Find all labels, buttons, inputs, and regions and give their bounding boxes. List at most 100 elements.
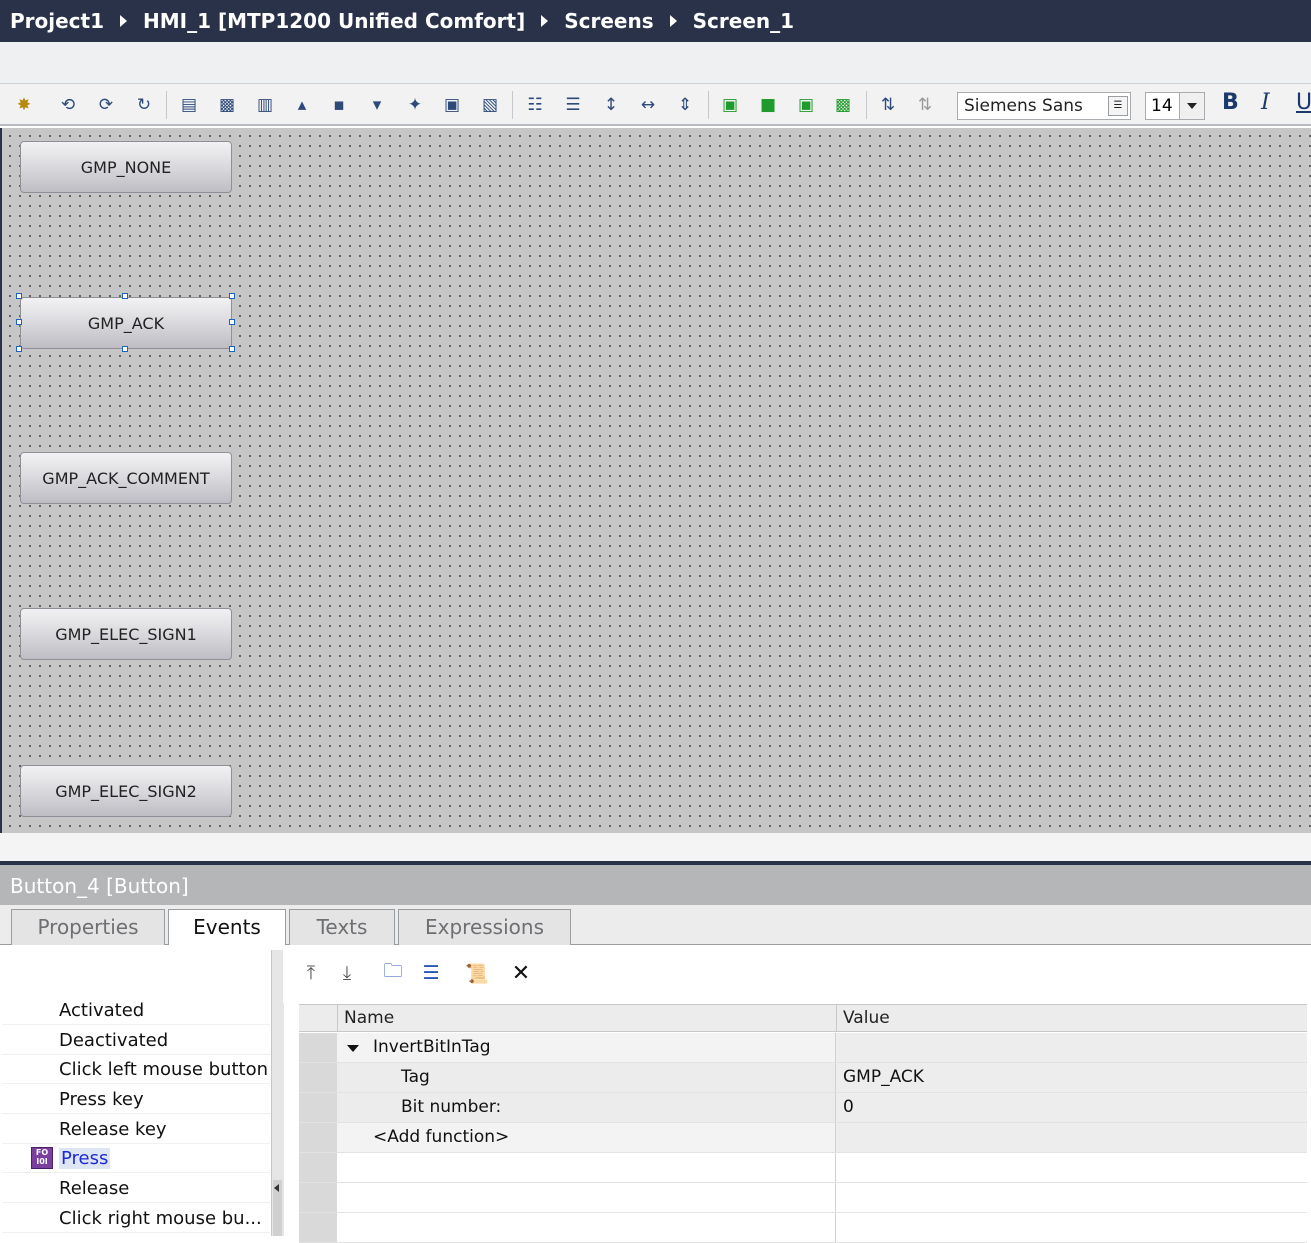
rotate-left-icon[interactable]: ⟲ xyxy=(56,93,80,117)
event-item[interactable]: Press key xyxy=(2,1085,270,1114)
font-size-select[interactable]: 14 xyxy=(1145,92,1205,120)
parameter-name-cell: Tag xyxy=(337,1063,836,1092)
bring-to-front-icon[interactable]: ▣ xyxy=(718,93,742,117)
event-item[interactable]: Release key xyxy=(2,1115,270,1144)
send-backward-icon[interactable]: ▩ xyxy=(831,93,855,117)
function-list-icon: FO I0I xyxy=(31,1147,53,1169)
tab-texts[interactable]: Texts xyxy=(289,909,395,945)
resize-handle[interactable] xyxy=(229,319,235,325)
format-painter-icon[interactable]: ✸ xyxy=(12,93,36,117)
empty-cell xyxy=(337,1183,836,1212)
parameter-value-cell[interactable]: GMP_ACK xyxy=(836,1063,1307,1092)
collapse-arrow-icon[interactable] xyxy=(274,1184,279,1192)
bring-forward-icon[interactable]: ▣ xyxy=(794,93,818,117)
row-header[interactable] xyxy=(299,1123,338,1152)
resize-handle[interactable] xyxy=(229,293,235,299)
distribute-vertical-icon[interactable]: ☰ xyxy=(561,93,585,117)
resize-handle[interactable] xyxy=(16,346,22,352)
parameter-value-cell[interactable]: 0 xyxy=(836,1093,1307,1122)
resize-handle[interactable] xyxy=(122,293,128,299)
font-picker-icon[interactable]: ☰ xyxy=(1108,96,1128,116)
hmi-button-gmp-ack[interactable]: GMP_ACK xyxy=(20,297,232,349)
resize-handle[interactable] xyxy=(16,293,22,299)
flip-icon[interactable]: ↻ xyxy=(132,93,156,117)
same-width-icon[interactable]: ↔ xyxy=(636,93,660,117)
send-to-back-icon[interactable]: ■ xyxy=(756,93,780,117)
event-label: Click right mouse bu... xyxy=(59,1208,262,1229)
align-top-icon[interactable]: ▴ xyxy=(290,93,314,117)
empty-cell xyxy=(836,1183,1307,1212)
grid-header: Name Value xyxy=(299,1004,1307,1032)
align-center-icon[interactable]: ▩ xyxy=(215,93,239,117)
expand-all-icon[interactable]: 🗀 xyxy=(380,960,406,986)
event-label: Activated xyxy=(59,1000,145,1021)
align-middle-icon[interactable]: ▪ xyxy=(327,93,351,117)
align-left-icon[interactable]: ▤ xyxy=(177,93,201,117)
same-height-icon[interactable]: ↕ xyxy=(599,93,623,117)
font-name-field[interactable]: Siemens Sans ☰ xyxy=(957,92,1131,120)
row-header[interactable] xyxy=(299,1063,338,1092)
breadcrumb-device[interactable]: HMI_1 [MTP1200 Unified Comfort] xyxy=(143,9,525,33)
add-function-value-cell[interactable] xyxy=(836,1123,1307,1152)
hmi-button-gmp-elec-sign1[interactable]: GMP_ELEC_SIGN1 xyxy=(20,608,232,660)
breadcrumb-separator-icon xyxy=(541,15,549,27)
align-right-icon[interactable]: ▥ xyxy=(253,93,277,117)
toolbar-divider xyxy=(866,91,867,119)
table-row[interactable]: <Add function> xyxy=(299,1123,1307,1153)
breadcrumb-screen[interactable]: Screen_1 xyxy=(693,9,794,33)
chevron-down-icon[interactable] xyxy=(1179,93,1204,119)
event-item-selected[interactable]: FO I0I Press xyxy=(2,1144,270,1173)
tab-events[interactable]: Events xyxy=(168,909,286,946)
breadcrumb-separator-icon xyxy=(669,15,677,27)
function-value-cell[interactable] xyxy=(836,1033,1307,1062)
breadcrumb-screens[interactable]: Screens xyxy=(564,9,653,33)
tab-properties[interactable]: Properties xyxy=(11,909,165,945)
align-bottom-icon[interactable]: ▾ xyxy=(365,93,389,117)
empty-cell xyxy=(337,1213,836,1242)
function-name-cell[interactable]: InvertBitInTag xyxy=(337,1033,836,1062)
tab-expressions[interactable]: Expressions xyxy=(398,909,571,945)
font-name-value: Siemens Sans xyxy=(964,96,1083,116)
event-item[interactable]: Activated xyxy=(2,996,270,1025)
breadcrumb-project[interactable]: Project1 xyxy=(10,9,104,33)
center-vertical-icon[interactable]: ▣ xyxy=(440,93,464,117)
add-function-cell[interactable]: <Add function> xyxy=(337,1123,836,1152)
center-horizontal-icon[interactable]: ▧ xyxy=(478,93,502,117)
bold-button[interactable]: B xyxy=(1222,90,1239,115)
collapse-all-icon[interactable]: ☰ xyxy=(418,960,444,986)
event-item[interactable]: Click left mouse button xyxy=(2,1055,270,1084)
convert-to-script-icon[interactable]: 📜 xyxy=(464,960,490,986)
function-grid: Name Value InvertBitInTag Tag GMP_ACK Bi… xyxy=(299,1004,1311,1243)
row-header[interactable] xyxy=(299,1093,338,1122)
move-down-icon[interactable]: ⤓ xyxy=(334,960,360,986)
hmi-button-gmp-none[interactable]: GMP_NONE xyxy=(20,141,232,193)
hmi-button-gmp-elec-sign2[interactable]: GMP_ELEC_SIGN2 xyxy=(20,765,232,817)
move-up-icon[interactable]: ⤒ xyxy=(298,960,324,986)
inspector-title: Button_4 [Button] xyxy=(0,865,1311,905)
same-size-icon[interactable]: ⇕ xyxy=(673,93,697,117)
center-icon[interactable]: ✦ xyxy=(403,93,427,117)
row-header[interactable] xyxy=(299,1033,338,1062)
table-row[interactable]: InvertBitInTag xyxy=(299,1033,1307,1063)
event-item[interactable]: Deactivated xyxy=(2,1026,270,1055)
resize-handle[interactable] xyxy=(122,346,128,352)
table-row[interactable]: Bit number: 0 xyxy=(299,1093,1307,1123)
resize-handle[interactable] xyxy=(16,319,22,325)
column-header-value[interactable]: Value xyxy=(836,1005,1307,1032)
hmi-button-gmp-ack-comment[interactable]: GMP_ACK_COMMENT xyxy=(20,452,232,504)
event-item[interactable]: Click right mouse bu... xyxy=(2,1204,270,1233)
breadcrumb: Project1 HMI_1 [MTP1200 Unified Comfort]… xyxy=(0,0,1311,42)
resize-handle[interactable] xyxy=(229,346,235,352)
column-header-name[interactable]: Name xyxy=(337,1005,836,1032)
underline-button[interactable]: U xyxy=(1296,90,1311,115)
layer-down-icon[interactable]: ⇅ xyxy=(913,93,937,117)
expand-arrow-icon[interactable] xyxy=(347,1045,359,1052)
italic-button[interactable]: I xyxy=(1261,90,1270,115)
event-label: Deactivated xyxy=(59,1030,169,1051)
rotate-right-icon[interactable]: ⟳ xyxy=(94,93,118,117)
delete-icon[interactable]: ✕ xyxy=(508,960,534,986)
layer-up-icon[interactable]: ⇅ xyxy=(876,93,900,117)
event-item[interactable]: Release xyxy=(2,1174,270,1203)
table-row[interactable]: Tag GMP_ACK xyxy=(299,1063,1307,1093)
distribute-horizontal-icon[interactable]: ☷ xyxy=(523,93,547,117)
